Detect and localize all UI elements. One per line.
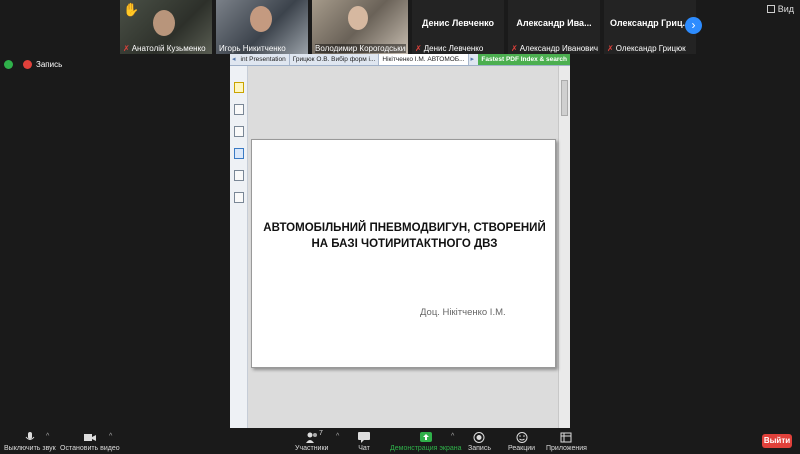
shield-icon <box>4 60 13 69</box>
participant-name: Анатолій Кузьменко <box>131 44 206 53</box>
mic-muted-icon: ✗ <box>607 44 614 53</box>
participant-tile[interactable]: Игорь Никитченко <box>216 0 308 54</box>
layers-icon[interactable] <box>234 126 244 137</box>
video-feed <box>153 10 175 36</box>
chat-button[interactable]: Чат <box>358 432 370 452</box>
mic-muted-icon: ✗ <box>415 44 422 53</box>
participant-tile[interactable]: Александр Ива... ✗ Александр Иванович <box>508 0 600 54</box>
participant-tile[interactable]: Олександр Гриц... ✗ Олександр Грицюк <box>604 0 696 54</box>
participants-icon <box>305 432 317 443</box>
grid-icon <box>766 5 775 13</box>
participant-strip: ✋ ✗ Анатолій Кузьменко Игорь Никитченко В… <box>120 0 696 54</box>
camera-icon <box>83 434 96 441</box>
participant-name: Олександр Грицюк <box>615 44 686 53</box>
record-icon <box>473 432 485 443</box>
participants-button[interactable]: Участники <box>295 432 328 452</box>
shared-screen: ◂ int Presentation Грицюк О.В. Вибір фор… <box>230 54 570 428</box>
slide-page: АВТОМОБІЛЬНИЙ ПНЕВМОДВИГУН, СТВОРЕНИЙ НА… <box>251 139 556 368</box>
scrollbar-thumb[interactable] <box>561 80 568 116</box>
participant-tile-title: Денис Левченко <box>421 18 495 28</box>
video-feed <box>250 6 272 32</box>
participant-name: Александр Иванович <box>519 44 598 53</box>
next-participants-button[interactable]: › <box>685 17 702 34</box>
share-options-caret-icon[interactable]: ^ <box>451 433 454 440</box>
viewer-tab[interactable]: Грицюк О.В. Вибір форм і... <box>290 54 380 65</box>
participant-name: Игорь Никитченко <box>219 44 286 53</box>
participant-tile[interactable]: Володимир Корогодський <box>312 0 408 54</box>
participants-label: Участники <box>295 445 329 452</box>
bookmark-icon[interactable] <box>234 82 244 93</box>
slide-title-line: АВТОМОБІЛЬНИЙ ПНЕВМОДВИГУН, СТВОРЕНИЙ <box>263 222 546 234</box>
raised-hand-icon: ✋ <box>123 2 140 17</box>
recording-label: Запись <box>36 60 63 69</box>
meeting-toolbar: Выключить звук ^ Остановить видео ^ Учас… <box>0 426 800 454</box>
chat-label: Чат <box>358 445 370 452</box>
apps-icon <box>560 432 572 443</box>
record-dot-icon <box>23 60 32 69</box>
chevron-right-icon: › <box>691 18 696 32</box>
audio-options-caret-icon[interactable]: ^ <box>46 433 49 440</box>
viewer-tab-active[interactable]: Нікітченко І.М. АВТОМОБ... <box>379 54 469 65</box>
attachment-icon[interactable] <box>234 170 244 181</box>
participant-tile[interactable]: Денис Левченко ✗ Денис Левченко <box>412 0 504 54</box>
tab-scroll-left-icon[interactable]: ◂ <box>230 54 238 65</box>
viewer-tab[interactable]: int Presentation <box>238 54 290 65</box>
apps-label: Приложения <box>546 445 587 452</box>
participants-caret-icon[interactable]: ^ <box>336 433 339 440</box>
record-button[interactable]: Запись <box>468 432 491 452</box>
participant-name: Денис Левченко <box>423 44 484 53</box>
comments-icon[interactable] <box>234 148 244 159</box>
stop-video-label: Остановить видео <box>60 445 120 452</box>
participant-name: Володимир Корогодський <box>315 44 406 53</box>
view-button[interactable]: Вид <box>766 4 794 14</box>
mic-muted-icon: ✗ <box>123 44 130 53</box>
mic-muted-icon: ✗ <box>511 44 518 53</box>
share-screen-icon <box>419 432 432 442</box>
viewer-sidebar <box>230 66 248 428</box>
mute-label: Выключить звук <box>4 445 56 452</box>
recording-indicator: Запись <box>4 60 62 69</box>
video-feed <box>348 6 368 30</box>
microphone-icon <box>25 432 35 440</box>
exit-meeting-button[interactable]: Выйти <box>762 434 792 448</box>
pages-icon[interactable] <box>234 104 244 115</box>
share-screen-label: Демонстрация экрана <box>390 445 462 452</box>
participant-tile-title: Александр Ива... <box>516 18 592 28</box>
participants-count: 7 <box>319 430 323 437</box>
smiley-icon <box>516 432 528 443</box>
participant-tile[interactable]: ✋ ✗ Анатолій Кузьменко <box>120 0 212 54</box>
slide-title: АВТОМОБІЛЬНИЙ ПНЕВМОДВИГУН, СТВОРЕНИЙ НА… <box>252 220 557 252</box>
video-options-caret-icon[interactable]: ^ <box>109 433 112 440</box>
participant-tile-title: Олександр Гриц... <box>610 18 690 28</box>
viewer-tab-bar: ◂ int Presentation Грицюк О.В. Вибір фор… <box>230 54 570 66</box>
slide-author: Доц. Нікітченко І.М. <box>420 307 506 318</box>
signature-icon[interactable] <box>234 192 244 203</box>
view-label: Вид <box>777 4 794 14</box>
tab-scroll-right-icon[interactable]: ▸ <box>469 54 477 65</box>
slide-title-line: НА БАЗІ ЧОТИРИТАКТНОГО ДВЗ <box>311 238 498 250</box>
pdf-search-tab[interactable]: Fastest PDF Index & search <box>478 54 570 65</box>
apps-button[interactable]: Приложения <box>546 432 587 452</box>
record-label: Запись <box>468 445 491 452</box>
reactions-label: Реакции <box>508 445 536 452</box>
chat-icon <box>358 432 370 443</box>
vertical-scrollbar[interactable] <box>558 66 570 428</box>
reactions-button[interactable]: Реакции <box>508 432 535 452</box>
